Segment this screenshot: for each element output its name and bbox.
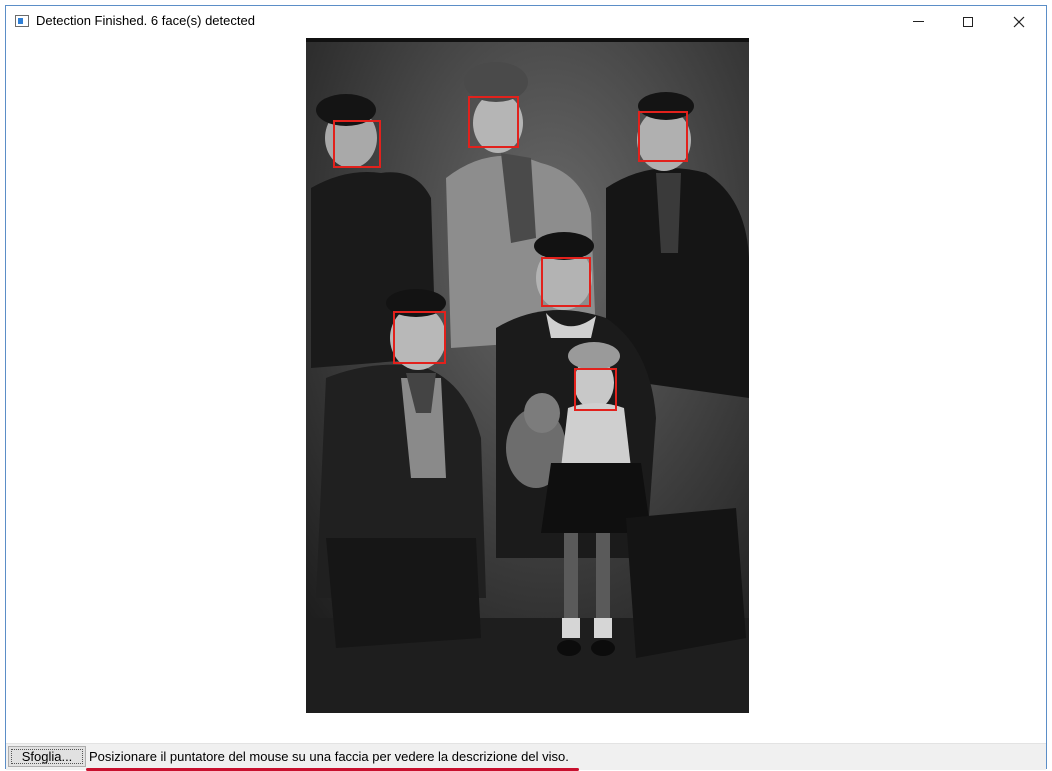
face-box-3[interactable] bbox=[638, 111, 688, 162]
window-title: Detection Finished. 6 face(s) detected bbox=[36, 13, 255, 28]
close-button[interactable] bbox=[996, 6, 1042, 37]
minimize-icon bbox=[912, 21, 924, 22]
face-box-6[interactable] bbox=[574, 368, 617, 411]
group-photo[interactable] bbox=[306, 38, 749, 713]
app-icon bbox=[15, 15, 29, 27]
title-bar[interactable]: Detection Finished. 6 face(s) detected bbox=[6, 6, 1046, 37]
close-icon bbox=[1013, 16, 1025, 27]
browse-button[interactable]: Sfoglia... bbox=[8, 746, 86, 767]
maximize-button[interactable] bbox=[945, 6, 991, 37]
bottom-bar: Sfoglia... Posizionare il puntatore del … bbox=[6, 743, 1046, 771]
face-box-1[interactable] bbox=[333, 120, 381, 168]
app-window: Detection Finished. 6 face(s) detected S… bbox=[5, 5, 1047, 771]
face-box-4[interactable] bbox=[541, 257, 591, 307]
maximize-icon bbox=[963, 16, 973, 27]
minimize-button[interactable] bbox=[895, 6, 941, 37]
face-box-2[interactable] bbox=[468, 96, 519, 148]
face-box-5[interactable] bbox=[393, 311, 446, 364]
hint-text: Posizionare il puntatore del mouse su un… bbox=[89, 749, 569, 764]
